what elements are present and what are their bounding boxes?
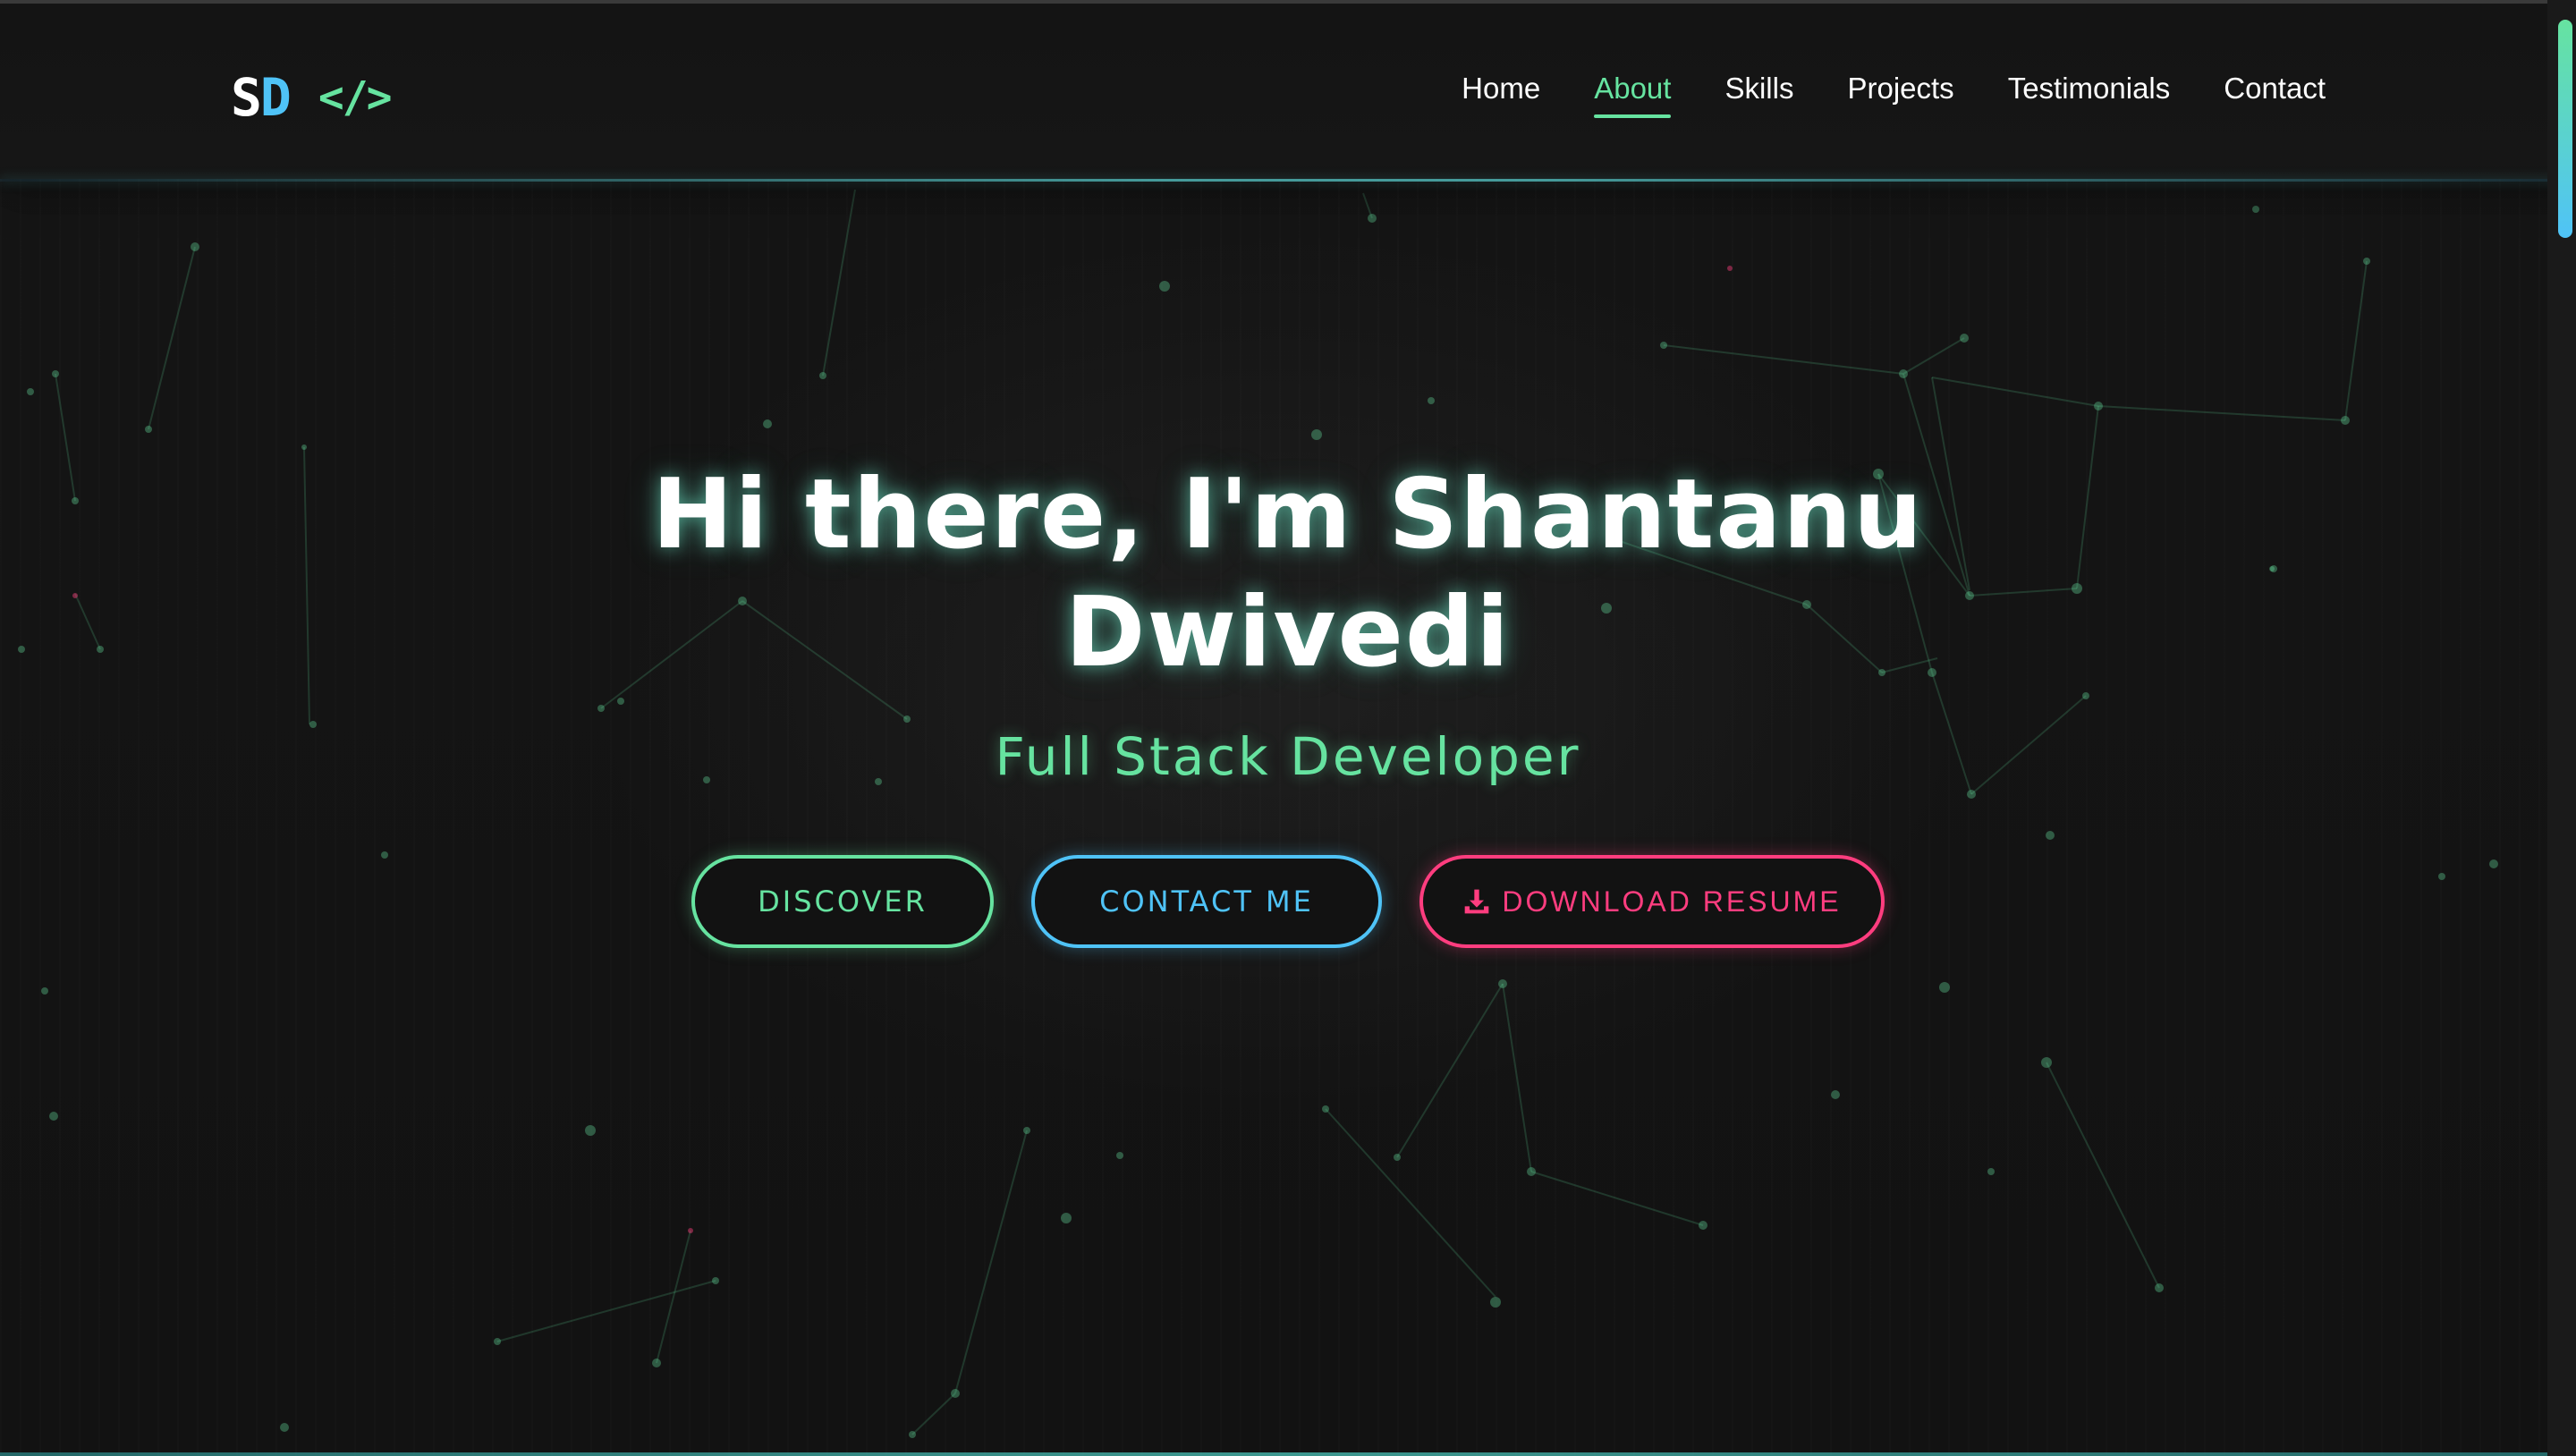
- nav-item-home[interactable]: Home: [1462, 72, 1540, 118]
- discover-button[interactable]: DISCOVER: [691, 855, 994, 948]
- download-icon: [1465, 889, 1489, 914]
- nav-item-skills[interactable]: Skills: [1724, 72, 1793, 118]
- navbar-divider: [0, 179, 2576, 182]
- code-brackets-icon: </>: [318, 72, 393, 123]
- page: S D </> Home About Skills Projects Testi…: [0, 0, 2576, 1456]
- hero-title: Hi there, I'm Shantanu Dwivedi: [0, 456, 2576, 692]
- scrollbar-thumb[interactable]: [2558, 20, 2572, 238]
- hero-title-line2: Dwivedi: [1064, 577, 1512, 689]
- nav-item-contact[interactable]: Contact: [2224, 72, 2326, 118]
- download-resume-button-label: DOWNLOAD RESUME: [1502, 885, 1842, 918]
- page-scrollbar[interactable]: [2547, 0, 2576, 1456]
- contact-me-button[interactable]: CONTACT ME: [1031, 855, 1382, 948]
- hero-title-line1: Hi there, I'm Shantanu: [651, 459, 1924, 571]
- bottom-accent-line: [0, 1452, 2576, 1456]
- contact-me-button-label: CONTACT ME: [1099, 885, 1314, 918]
- hero-subtitle: Full Stack Developer: [995, 726, 1581, 787]
- hero-buttons: DISCOVER CONTACT ME DOWNLOAD RESUME: [0, 855, 2576, 948]
- discover-button-label: DISCOVER: [758, 885, 928, 918]
- logo-initial-d: D: [259, 67, 292, 128]
- site-logo[interactable]: S D </>: [231, 66, 393, 129]
- download-resume-button[interactable]: DOWNLOAD RESUME: [1419, 855, 1885, 948]
- nav-menu: Home About Skills Projects Testimonials …: [1462, 72, 2326, 118]
- window-top-edge: [0, 0, 2576, 4]
- navbar: S D </> Home About Skills Projects Testi…: [0, 4, 2576, 179]
- nav-item-testimonials[interactable]: Testimonials: [2008, 72, 2171, 118]
- nav-item-about[interactable]: About: [1594, 72, 1672, 118]
- nav-item-projects[interactable]: Projects: [1847, 72, 1953, 118]
- logo-initial-s: S: [231, 67, 262, 128]
